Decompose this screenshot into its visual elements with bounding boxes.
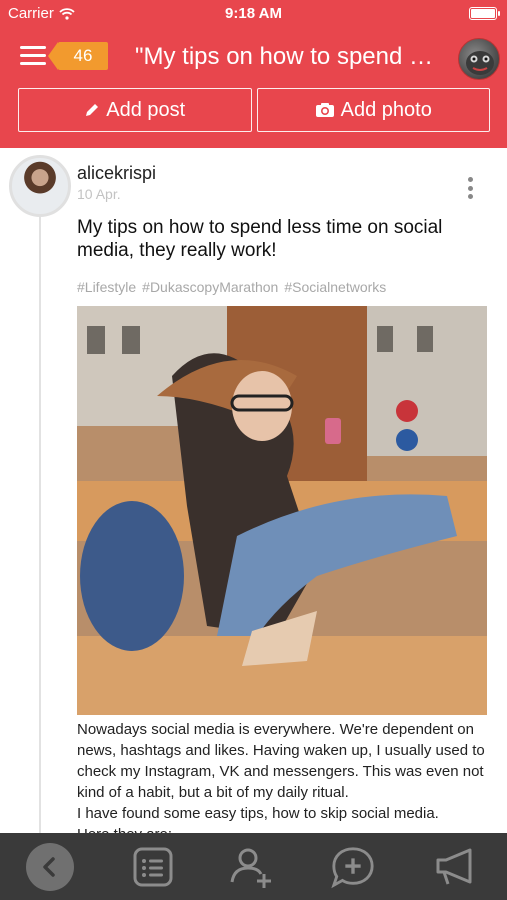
action-row: Add post Add photo bbox=[18, 88, 490, 132]
list-icon bbox=[133, 847, 173, 887]
post-date: 10 Apr. bbox=[77, 186, 121, 202]
post-username[interactable]: alicekrispi bbox=[77, 163, 156, 184]
user-avatar[interactable] bbox=[458, 38, 500, 80]
tab-feed[interactable] bbox=[130, 844, 176, 890]
bottom-tab-bar bbox=[0, 833, 507, 900]
camera-icon bbox=[315, 103, 334, 117]
app-header: Carrier 9:18 AM 46 "My tips on how to sp… bbox=[0, 0, 507, 148]
post-body-text: Nowadays social media is everywhere. We'… bbox=[77, 721, 485, 833]
add-bubble-icon bbox=[331, 847, 374, 889]
post-author-avatar[interactable] bbox=[9, 155, 71, 217]
avatar-image bbox=[466, 51, 494, 75]
tag-link[interactable]: #DukascopyMarathon bbox=[142, 279, 278, 295]
notification-badge[interactable]: 46 bbox=[48, 42, 108, 70]
tab-add-friend[interactable] bbox=[228, 844, 274, 890]
add-photo-button[interactable]: Add photo bbox=[256, 88, 490, 132]
tab-announcements[interactable] bbox=[432, 844, 478, 890]
post-photo[interactable] bbox=[77, 306, 487, 715]
add-photo-label: Add photo bbox=[340, 98, 432, 121]
tab-create[interactable] bbox=[330, 844, 376, 890]
post-tags: #Lifestyle #DukascopyMarathon #Socialnet… bbox=[77, 279, 386, 295]
chevron-left-icon bbox=[43, 857, 55, 877]
status-time: 9:18 AM bbox=[225, 5, 282, 22]
tag-link[interactable]: #Socialnetworks bbox=[284, 279, 386, 295]
add-post-label: Add post bbox=[106, 98, 186, 121]
post-title[interactable]: My tips on how to spend less time on soc… bbox=[77, 216, 477, 262]
status-bar: Carrier 9:18 AM bbox=[0, 0, 507, 28]
timeline-line bbox=[39, 215, 41, 833]
nav-title: "My tips on how to spend less time on so… bbox=[135, 43, 435, 70]
pencil-icon bbox=[86, 104, 99, 116]
back-button[interactable] bbox=[26, 843, 74, 891]
nav-bar: 46 "My tips on how to spend less time on… bbox=[0, 36, 507, 80]
post-photo-illustration bbox=[77, 306, 487, 715]
add-user-icon bbox=[230, 848, 271, 888]
megaphone-icon bbox=[436, 848, 472, 885]
post-body: Nowadays social media is everywhere. We'… bbox=[77, 719, 492, 833]
more-options-icon[interactable] bbox=[465, 177, 475, 199]
battery-icon bbox=[469, 7, 500, 20]
tag-link[interactable]: #Lifestyle bbox=[77, 279, 136, 295]
menu-icon[interactable] bbox=[20, 46, 46, 66]
add-post-button[interactable]: Add post bbox=[18, 88, 252, 132]
